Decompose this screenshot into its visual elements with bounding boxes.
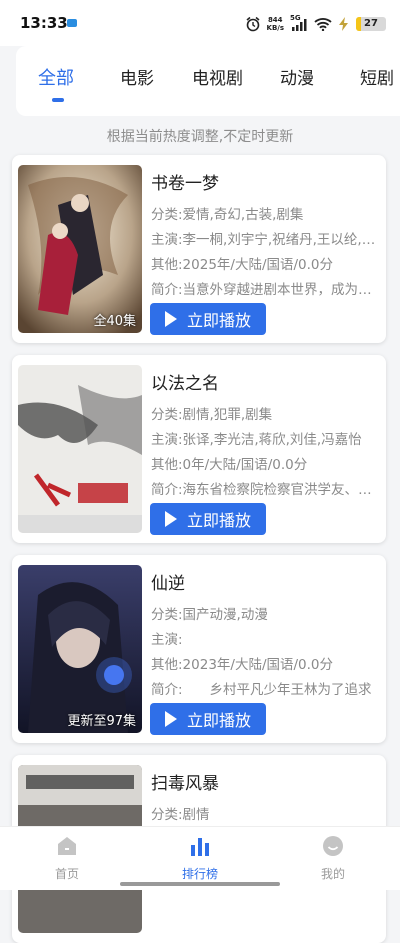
item-title[interactable]: 仙逆 (151, 569, 185, 594)
item-title[interactable]: 以法之名 (151, 369, 219, 394)
play-icon (164, 311, 177, 327)
item-cast: 主演: (151, 632, 183, 648)
app-notification-icon (67, 19, 77, 27)
play-now-button[interactable]: 立即播放 (150, 303, 266, 335)
status-time: 13:33 (20, 14, 68, 32)
category-tabs: 全部 电影 电视剧 动漫 短剧 (16, 46, 400, 116)
item-category: 分类:剧情 (151, 807, 210, 823)
play-icon (164, 511, 177, 527)
episode-count: 全40集 (93, 314, 136, 329)
nav-ranking[interactable]: 排行榜 (160, 835, 240, 882)
play-button-label: 立即播放 (186, 711, 251, 730)
tab-anime[interactable]: 动漫 (280, 64, 314, 89)
nav-home-label: 首页 (54, 867, 79, 881)
nav-home[interactable]: 首页 (27, 835, 107, 882)
item-title[interactable]: 扫毒风暴 (151, 769, 219, 794)
tab-active-indicator (52, 98, 64, 102)
poster-image[interactable]: 更新至97集 (18, 565, 142, 733)
play-button-label: 立即播放 (186, 511, 251, 530)
list-item[interactable]: 全40集 书卷一梦 分类:爱情,奇幻,古装,剧集 主演:李一桐,刘宇宁,祝绪丹,… (12, 155, 386, 343)
bolt-icon (339, 17, 348, 31)
play-now-button[interactable]: 立即播放 (150, 503, 266, 535)
tab-short-drama[interactable]: 短剧 (360, 64, 394, 89)
list-item[interactable]: 更新至97集 仙逆 分类:国产动漫,动漫 主演: 其他:2023年/大陆/国语/… (12, 555, 386, 743)
poster-image[interactable] (18, 365, 142, 533)
nav-profile[interactable]: 我的 (293, 835, 373, 882)
poster-image[interactable]: 全40集 (18, 165, 142, 333)
status-icons: 844 KB/s 5G 27 (245, 14, 386, 34)
play-icon (164, 711, 177, 727)
ranking-hint: 根据当前热度调整,不定时更新 (106, 129, 294, 145)
signal-icon (292, 19, 307, 31)
episode-count: 更新至97集 (67, 714, 136, 729)
play-button-label: 立即播放 (186, 311, 251, 330)
profile-icon (323, 836, 343, 856)
item-category: 分类:爱情,奇幻,古装,剧集 (151, 207, 304, 223)
item-cast: 主演:张译,李光洁,蒋欣,刘佳,冯嘉怡 (151, 432, 362, 448)
ranking-icon (191, 838, 209, 856)
wifi-icon (314, 18, 332, 31)
list-item[interactable]: 以法之名 分类:剧情,犯罪,剧集 主演:张译,李光洁,蒋欣,刘佳,冯嘉怡 其他:… (12, 355, 386, 543)
item-other-info: 其他:0年/大陆/国语/0.0分 (151, 457, 308, 473)
item-other-info: 其他:2025年/大陆/国语/0.0分 (151, 257, 334, 273)
item-intro: 简介: 乡村平凡少年王林为了追求 (151, 682, 372, 698)
nav-ranking-label: 排行榜 (181, 867, 218, 881)
item-category: 分类:剧情,犯罪,剧集 (151, 407, 273, 423)
item-cast: 主演:李一桐,刘宇宁,祝绪丹,王以纶,杨肸子 (151, 232, 379, 248)
cell-signal: 5G (290, 14, 308, 31)
network-speed-unit: KB/s (266, 24, 284, 32)
home-icon (58, 837, 76, 855)
alarm-icon (246, 16, 260, 32)
nav-profile-label: 我的 (320, 867, 345, 881)
item-category: 分类:国产动漫,动漫 (151, 607, 268, 623)
battery-indicator: 27 (356, 17, 386, 31)
tab-tv-series[interactable]: 电视剧 (192, 64, 243, 89)
network-speed-value: 844 (267, 16, 283, 24)
tab-movies[interactable]: 电影 (120, 64, 154, 89)
item-intro: 简介:当意外穿越进剧本世界，成为书中人物 (151, 282, 379, 298)
item-intro: 简介:海东省检察院检察官洪学友、万海 (151, 482, 379, 498)
item-title[interactable]: 书卷一梦 (151, 169, 219, 194)
item-other-info: 其他:2023年/大陆/国语/0.0分 (151, 657, 334, 673)
bottom-navigation: 首页 排行榜 我的 (0, 826, 400, 890)
gesture-home-bar[interactable] (120, 882, 280, 886)
tab-all[interactable]: 全部 (38, 64, 74, 90)
status-bar: 13:33 844 KB/s 5G 27 (0, 0, 400, 46)
network-speed: 844 KB/s (267, 16, 284, 32)
play-now-button[interactable]: 立即播放 (150, 703, 266, 735)
